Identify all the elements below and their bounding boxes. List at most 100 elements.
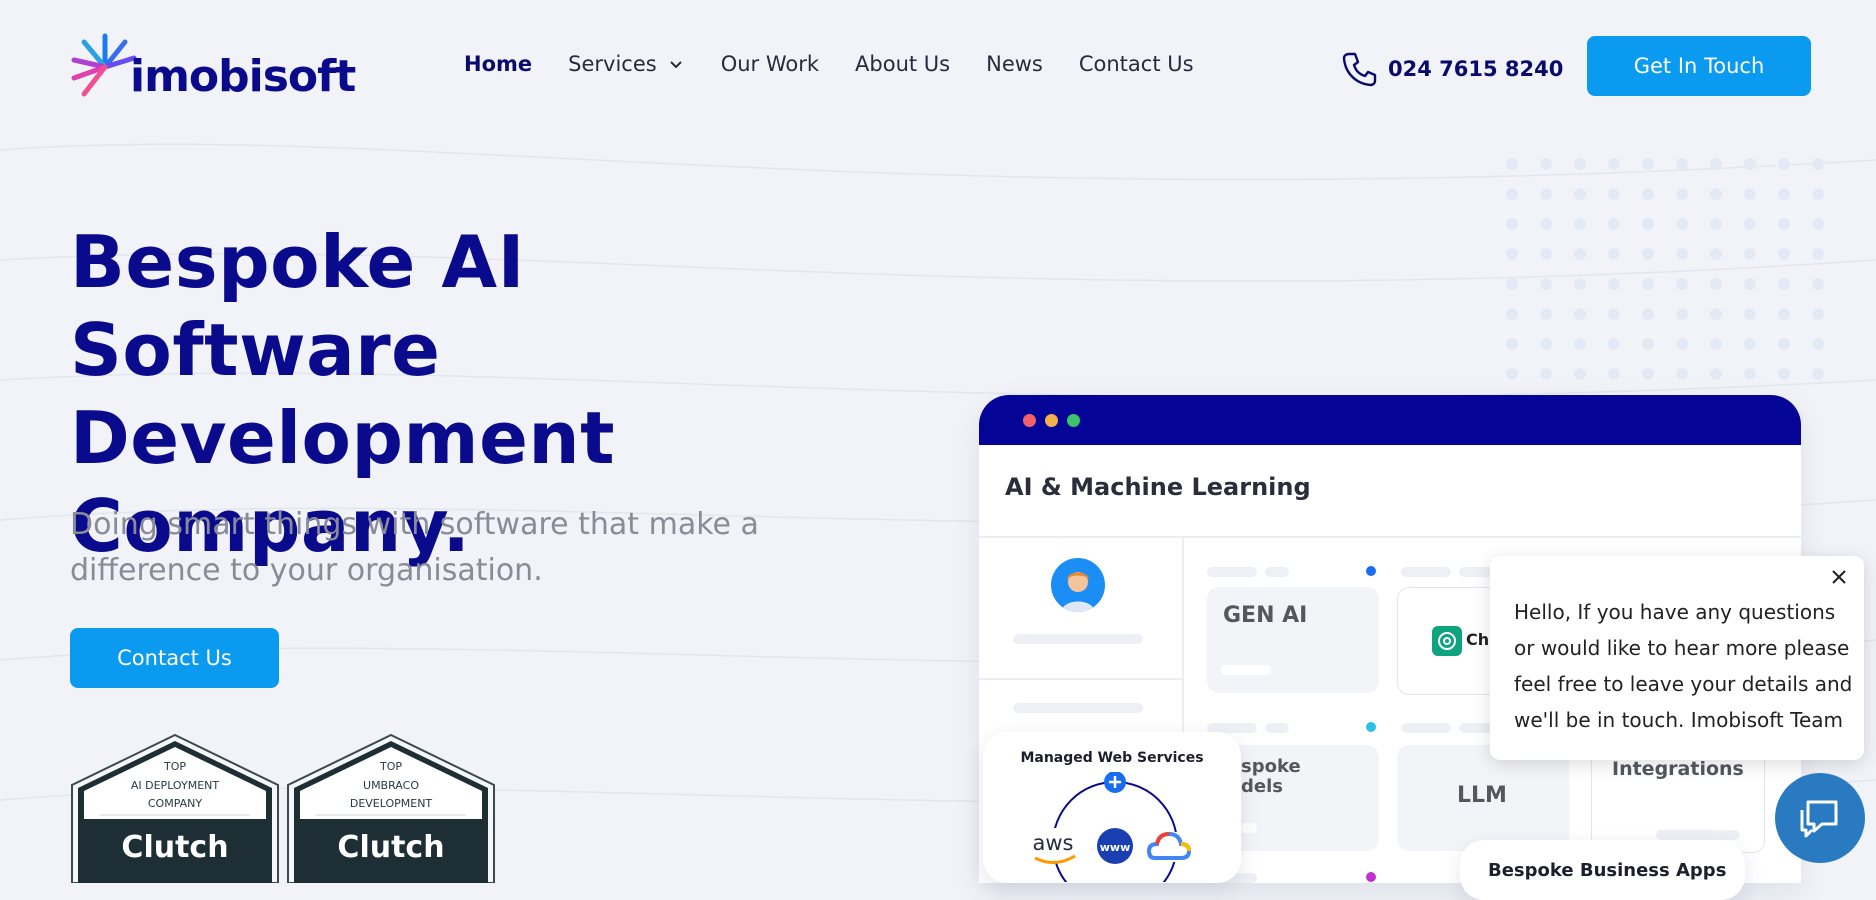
- decorative-dot: [1778, 278, 1790, 290]
- card-llm-label: LLM: [1457, 783, 1507, 808]
- decorative-dot: [1574, 278, 1586, 290]
- managed-web-services-title: Managed Web Services: [1020, 750, 1204, 766]
- main-nav: Home Services Our Work About Us News Con…: [464, 52, 1230, 76]
- decorative-dot: [1574, 158, 1586, 170]
- nav-contact-us[interactable]: Contact Us: [1079, 52, 1194, 76]
- skeleton-line: [1013, 634, 1143, 644]
- badge-2-brand: Clutch: [337, 830, 444, 865]
- card-models-label: spoke dels: [1241, 756, 1301, 797]
- chevron-down-icon: [669, 61, 682, 69]
- mockup-title: AI & Machine Learning: [1005, 473, 1311, 501]
- decorative-dot: [1710, 188, 1722, 200]
- decorative-dot: [1710, 158, 1722, 170]
- badge-2-line-2: UMBRACO: [363, 779, 419, 792]
- chat-launcher-button[interactable]: [1775, 773, 1865, 863]
- decorative-dot: [1744, 218, 1756, 230]
- close-icon[interactable]: [1828, 566, 1850, 588]
- hero-subtitle-line-2: difference to your organisation.: [70, 553, 543, 588]
- skeleton-line: [1401, 723, 1451, 733]
- card-llm: LLM: [1397, 745, 1569, 851]
- contact-us-button[interactable]: Contact Us: [70, 628, 279, 688]
- decorative-dot: [1778, 308, 1790, 320]
- decorative-dot: [1778, 218, 1790, 230]
- decorative-dot: [1574, 248, 1586, 260]
- decorative-dot: [1506, 278, 1518, 290]
- logo[interactable]: imobisoft: [70, 32, 356, 102]
- decorative-dot: [1710, 218, 1722, 230]
- decorative-dot: [1744, 308, 1756, 320]
- decorative-dot: [1744, 248, 1756, 260]
- divider: [979, 536, 1801, 538]
- status-dot: [1366, 566, 1376, 576]
- divider: [979, 678, 1182, 680]
- bespoke-business-apps-title: Bespoke Business Apps: [1488, 860, 1727, 881]
- decorative-dot: [1506, 248, 1518, 260]
- nav-our-work[interactable]: Our Work: [721, 52, 819, 76]
- decorative-dot: [1574, 188, 1586, 200]
- hero-subtitle-line-1: Doing smart things with software that ma…: [70, 507, 759, 542]
- skeleton-line: [1207, 567, 1257, 577]
- decorative-dot: [1642, 368, 1654, 380]
- decorative-dot: [1710, 248, 1722, 260]
- get-in-touch-button[interactable]: Get In Touch: [1587, 36, 1811, 96]
- skeleton-line: [1221, 665, 1271, 675]
- hero-title-line-1: Bespoke AI Software: [70, 220, 525, 392]
- decorative-dot: [1676, 188, 1688, 200]
- decorative-dot: [1676, 368, 1688, 380]
- decorative-dot: [1642, 338, 1654, 350]
- aws-logo-text: aws: [1033, 831, 1074, 855]
- decorative-dot: [1540, 278, 1552, 290]
- decorative-dot: [1608, 308, 1620, 320]
- decorative-dot: [1608, 218, 1620, 230]
- user-avatar-icon: [1061, 572, 1095, 612]
- decorative-dot: [1608, 368, 1620, 380]
- decorative-dot: [1676, 158, 1688, 170]
- decorative-dot: [1574, 338, 1586, 350]
- skeleton-line: [1265, 567, 1289, 577]
- decorative-dot: [1642, 308, 1654, 320]
- window-dot-yellow: [1045, 414, 1058, 427]
- chatgpt-icon: [1432, 626, 1462, 656]
- decorative-dot: [1642, 218, 1654, 230]
- decorative-dot: [1540, 368, 1552, 380]
- window-dot-green: [1067, 414, 1080, 427]
- avatar: [1051, 558, 1105, 612]
- decorative-dot: [1778, 158, 1790, 170]
- bespoke-business-apps-card: Bespoke Business Apps: [1460, 840, 1745, 900]
- decorative-dot: [1506, 218, 1518, 230]
- card-chat-label: Ch: [1466, 630, 1490, 649]
- status-dot: [1366, 872, 1376, 882]
- skeleton-line: [1013, 703, 1143, 713]
- decorative-dot: [1744, 368, 1756, 380]
- window-title-bar: [979, 395, 1801, 445]
- badge-1-brand: Clutch: [121, 830, 228, 865]
- phone-link[interactable]: 024 7615 8240: [1340, 50, 1563, 88]
- chat-message: Hello, If you have any questions or woul…: [1514, 600, 1853, 732]
- hero-title-line-2: Development: [70, 396, 616, 480]
- decorative-dot: [1778, 338, 1790, 350]
- decorative-dot: [1608, 248, 1620, 260]
- decorative-dot: [1642, 278, 1654, 290]
- skeleton-line: [1656, 830, 1740, 840]
- decorative-dot: [1608, 158, 1620, 170]
- clutch-badge-ai-deployment: TOP AI DEPLOYMENT COMPANY Clutch: [71, 733, 279, 883]
- card-gen-ai: GEN AI: [1207, 587, 1379, 693]
- decorative-dot-grid: [1506, 158, 1824, 380]
- nav-news[interactable]: News: [986, 52, 1043, 76]
- decorative-dot: [1744, 278, 1756, 290]
- decorative-dot: [1540, 308, 1552, 320]
- decorative-dot: [1812, 278, 1824, 290]
- decorative-dot: [1744, 338, 1756, 350]
- decorative-dot: [1812, 308, 1824, 320]
- decorative-dot: [1812, 158, 1824, 170]
- decorative-dot: [1676, 278, 1688, 290]
- card-integrations-label: Integrations: [1612, 758, 1744, 780]
- nav-services[interactable]: Services: [568, 52, 685, 76]
- nav-home[interactable]: Home: [464, 52, 532, 76]
- nav-about-us[interactable]: About Us: [855, 52, 950, 76]
- badge-1-line-1: TOP: [163, 760, 186, 773]
- decorative-dot: [1812, 368, 1824, 380]
- decorative-dot: [1540, 158, 1552, 170]
- decorative-dot: [1540, 248, 1552, 260]
- decorative-dot: [1744, 188, 1756, 200]
